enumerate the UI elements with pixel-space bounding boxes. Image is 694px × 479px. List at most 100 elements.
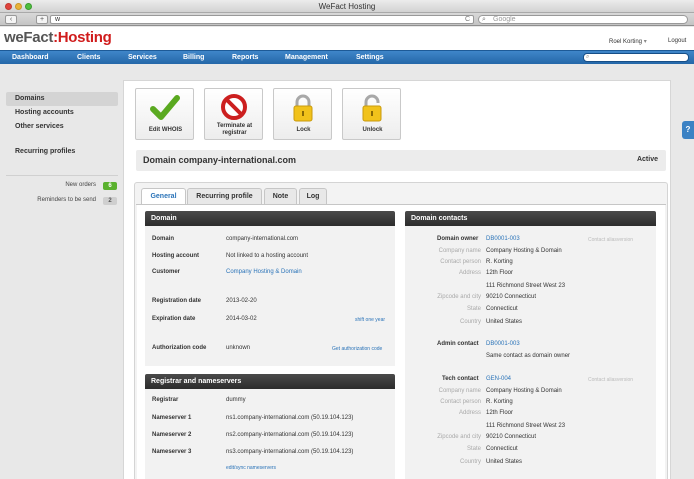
tech-contact-link[interactable]: GEN-004 — [486, 376, 511, 382]
tech-person-value: R. Korting — [486, 399, 513, 405]
menu-settings[interactable]: Settings — [356, 51, 384, 65]
browser-search-input[interactable]: ⌕ Google — [478, 15, 688, 24]
user-name: Roel Korting — [609, 39, 643, 45]
new-orders-link[interactable]: New orders — [6, 182, 96, 188]
expiration-date-label: Expiration date — [152, 316, 196, 322]
menu-reports[interactable]: Reports — [232, 51, 258, 65]
tech-zip-value: 90210 Connecticut — [486, 434, 537, 440]
new-orders-badge: 6 — [103, 182, 117, 190]
owner-country-value: United States — [486, 319, 523, 325]
tab-general[interactable]: General — [141, 188, 186, 205]
admin-same-note: Same contact as domain owner — [486, 353, 571, 359]
registrar-label: Registrar — [152, 397, 179, 403]
customer-link[interactable]: Company Hosting & Domain — [226, 269, 302, 275]
user-menu[interactable]: Roel Korting ▾ — [609, 38, 647, 45]
domain-value: company-international.com — [226, 236, 299, 242]
tech-address-line2: 111 Richmond Street West 23 — [486, 423, 566, 429]
tech-country-label: Country — [459, 459, 481, 465]
sidebar-item-recurring-profiles[interactable]: Recurring profiles — [6, 145, 118, 159]
nameserver-1-value: ns1.company-international.com (50.19.104… — [226, 415, 354, 421]
tab-log[interactable]: Log — [299, 188, 327, 204]
tech-state-value: Connecticut — [486, 446, 518, 452]
domain-section-heading: Domain — [145, 211, 395, 226]
sidebar-item-domains[interactable]: Domains — [6, 92, 118, 106]
customer-label: Customer — [152, 269, 181, 275]
page-title: Domain company-international.com — [143, 155, 297, 165]
sidebar-item-hosting-accounts[interactable]: Hosting accounts — [6, 106, 118, 120]
owner-country-label: Country — [459, 319, 481, 325]
registrar-section-heading: Registrar and nameservers — [145, 374, 395, 389]
padlock-open-icon — [362, 94, 382, 122]
zoom-window-icon[interactable] — [25, 3, 32, 10]
get-authorization-code-link[interactable]: Get authorization code — [332, 346, 382, 352]
menu-services[interactable]: Services — [128, 51, 157, 65]
terminate-label-line1: Terminate at — [216, 123, 253, 129]
logout-link[interactable]: Logout — [668, 38, 686, 44]
minimize-window-icon[interactable] — [15, 3, 22, 10]
reload-icon[interactable]: C — [465, 16, 470, 23]
admin-contact-link[interactable]: DB0001-003 — [486, 341, 520, 347]
tab-note[interactable]: Note — [264, 188, 297, 204]
hosting-account-label: Hosting account — [152, 253, 200, 259]
owner-zip-label: Zipcode and city — [437, 294, 481, 300]
owner-address-line1: 12th Floor — [486, 270, 514, 276]
owner-alias-note: Contact aliasversion — [588, 237, 634, 243]
nameserver-1-label: Nameserver 1 — [152, 415, 192, 421]
terminate-at-registrar-button[interactable]: Terminate at registrar — [204, 88, 263, 140]
unlock-button[interactable]: Unlock — [342, 88, 401, 140]
domain-header: Domain company-international.com Active — [136, 150, 666, 171]
wefact-logo[interactable]: weFact:Hosting — [4, 29, 112, 46]
tech-person-label: Contact person — [440, 399, 481, 405]
menu-billing[interactable]: Billing — [183, 51, 204, 65]
browser-search-placeholder: Google — [493, 16, 516, 23]
nameserver-2-label: Nameserver 2 — [152, 432, 192, 438]
help-icon[interactable]: ? — [682, 121, 694, 139]
new-tab-button[interactable]: + — [36, 15, 48, 24]
domain-owner-label: Domain owner — [437, 236, 479, 242]
window-titlebar: WeFact Hosting — [0, 0, 694, 13]
reminders-badge: 2 — [103, 197, 117, 205]
edit-whois-label: Edit WHOIS — [148, 127, 183, 133]
search-icon: ⌕ — [482, 16, 486, 23]
hosting-account-value: Not linked to a hosting account — [226, 253, 309, 259]
lock-button[interactable]: Lock — [273, 88, 332, 140]
owner-company-label: Company name — [438, 248, 481, 254]
owner-zip-value: 90210 Connecticut — [486, 294, 537, 300]
authorization-code-label: Authorization code — [152, 345, 207, 351]
address-bar[interactable]: w C — [50, 15, 474, 24]
menu-dashboard[interactable]: Dashboard — [12, 51, 49, 65]
close-window-icon[interactable] — [5, 3, 12, 10]
nameserver-3-label: Nameserver 3 — [152, 449, 192, 455]
tech-zip-label: Zipcode and city — [437, 434, 481, 440]
search-icon: ⌕ — [586, 54, 590, 60]
owner-company-value: Company Hosting & Domain — [486, 248, 562, 254]
logo-main: weFact — [4, 29, 54, 46]
registration-date-label: Registration date — [152, 298, 202, 304]
menu-clients[interactable]: Clients — [77, 51, 100, 65]
no-entry-icon — [221, 94, 247, 120]
back-button[interactable]: ‹ — [5, 15, 17, 24]
domain-owner-link[interactable]: DB0001-003 — [486, 236, 520, 242]
edit-whois-button[interactable]: Edit WHOIS — [135, 88, 194, 140]
window-title: WeFact Hosting — [318, 2, 376, 11]
menu-management[interactable]: Management — [285, 51, 328, 65]
tech-address-label: Address — [458, 410, 481, 416]
app-search-input[interactable]: ⌕ — [583, 53, 689, 62]
tech-contact-label: Tech contact — [442, 376, 479, 382]
tech-company-label: Company name — [438, 388, 481, 394]
registrar-value: dummy — [226, 397, 246, 403]
admin-contact-label: Admin contact — [437, 341, 479, 347]
shift-one-year-link[interactable]: shift one year — [355, 317, 385, 323]
owner-person-value: R. Korting — [486, 259, 513, 265]
tech-alias-note: Contact aliasversion — [588, 377, 634, 383]
lock-label: Lock — [296, 127, 311, 133]
sidebar-item-other-services[interactable]: Other services — [6, 120, 118, 134]
edit-sync-nameservers-link[interactable]: edit/sync nameservers — [226, 465, 276, 471]
owner-address-line2: 111 Richmond Street West 23 — [486, 283, 566, 289]
browser-toolbar: ‹ + w C ⌕ Google — [0, 13, 694, 26]
owner-state-value: Connecticut — [486, 306, 518, 312]
reminders-link[interactable]: Reminders to be send — [6, 197, 96, 203]
authorization-code-value: unknown — [226, 345, 251, 351]
nameserver-3-value: ns3.company-international.com (50.19.104… — [226, 449, 354, 455]
tab-recurring-profile[interactable]: Recurring profile — [187, 188, 262, 204]
